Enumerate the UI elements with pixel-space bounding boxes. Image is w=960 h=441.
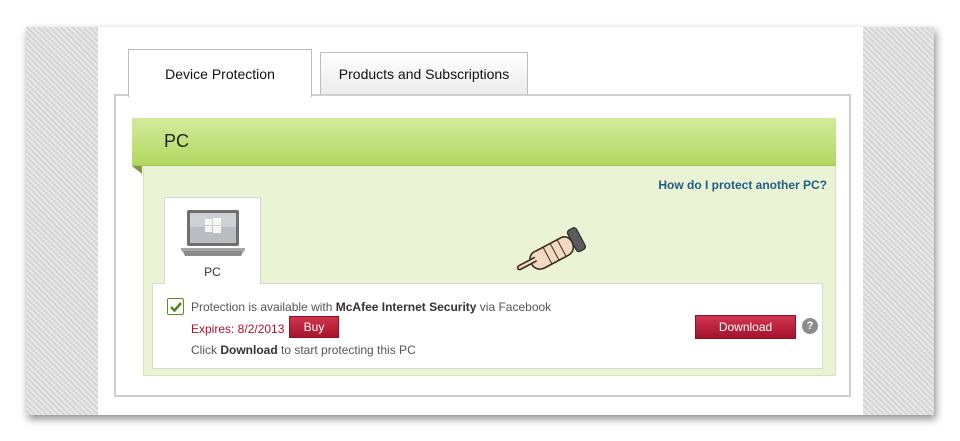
device-details: Protection is available with McAfee Inte… <box>152 283 823 369</box>
download-instruction: Click Download to start protecting this … <box>191 343 416 357</box>
page-frame: Device Protection Products and Subscript… <box>26 27 934 415</box>
device-tab-pc[interactable]: PC <box>164 197 261 284</box>
protection-status: Protection is available with McAfee Inte… <box>191 300 551 314</box>
status-prefix: Protection is available with <box>191 300 336 314</box>
laptop-icon <box>181 210 245 256</box>
expiration-date: Expires: 8/2/2013 <box>191 322 285 336</box>
buy-button[interactable]: Buy <box>289 316 339 338</box>
protect-another-pc-link[interactable]: How do I protect another PC? <box>658 178 827 192</box>
instruction-suffix: to start protecting this PC <box>277 343 416 357</box>
section-title: PC <box>164 131 190 151</box>
status-suffix: via Facebook <box>476 300 552 314</box>
check-icon <box>170 302 182 313</box>
device-section: How do I protect another PC? PC Protecti… <box>143 166 836 376</box>
protection-checkbox[interactable] <box>167 298 184 315</box>
hand-cursor-icon <box>516 227 587 271</box>
instruction-prefix: Click <box>191 343 221 357</box>
tab-device-protection[interactable]: Device Protection <box>128 49 312 97</box>
download-button[interactable]: Download <box>695 315 796 339</box>
help-icon[interactable]: ? <box>802 318 818 334</box>
section-header: PC <box>132 118 836 166</box>
page-content: Device Protection Products and Subscript… <box>98 27 863 415</box>
tab-panel: PC How do I protect another PC? PC Prote… <box>114 94 851 397</box>
tab-label: Products and Subscriptions <box>338 65 510 82</box>
ribbon-fold <box>132 166 142 174</box>
tab-products-and-subscriptions[interactable]: Products and Subscriptions <box>320 52 528 94</box>
instruction-bold: Download <box>220 343 278 357</box>
tab-label: Device Protection <box>165 65 275 82</box>
device-label: PC <box>204 265 221 279</box>
product-name: McAfee Internet Security <box>335 300 477 314</box>
